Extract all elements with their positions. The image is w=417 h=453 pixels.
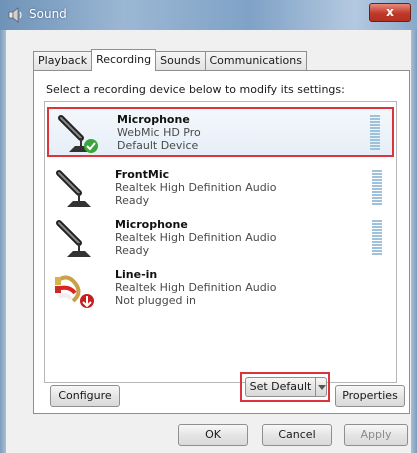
level-meter xyxy=(370,115,380,151)
device-driver: WebMic HD Pro xyxy=(117,126,201,139)
speaker-icon xyxy=(8,7,22,23)
set-default-button[interactable]: Set Default xyxy=(245,377,315,397)
device-item-webmic[interactable]: Microphone WebMic HD Pro Default Device xyxy=(47,107,394,157)
sound-dialog: Sound x Playback Recording Sounds Commun… xyxy=(0,0,417,453)
cancel-button[interactable]: Cancel xyxy=(262,424,332,446)
device-driver: Realtek High Definition Audio xyxy=(115,281,277,294)
microphone-icon xyxy=(56,170,91,207)
device-status: Ready xyxy=(115,194,150,207)
device-status: Default Device xyxy=(117,139,199,152)
apply-button[interactable]: Apply xyxy=(344,424,408,446)
device-name: Line-in xyxy=(115,268,158,281)
configure-button[interactable]: Configure xyxy=(50,385,120,407)
window-frame-left xyxy=(0,30,6,453)
chevron-down-icon xyxy=(318,385,326,390)
window-title: Sound xyxy=(29,7,67,21)
instruction-text: Select a recording device below to modif… xyxy=(46,83,345,96)
properties-button[interactable]: Properties xyxy=(335,385,405,407)
tab-recording[interactable]: Recording xyxy=(91,49,157,71)
device-item-line-in[interactable]: Line-in Realtek High Definition Audio No… xyxy=(47,264,394,314)
green-check-icon xyxy=(84,139,98,153)
device-driver: Realtek High Definition Audio xyxy=(115,231,277,244)
tab-sounds[interactable]: Sounds xyxy=(155,51,206,71)
title-bar[interactable]: Sound x xyxy=(0,0,417,30)
close-button[interactable]: x xyxy=(369,3,411,22)
window-frame-right xyxy=(411,30,417,453)
device-list: Microphone WebMic HD Pro Default Device xyxy=(44,101,397,383)
microphone-icon xyxy=(56,220,91,257)
set-default-dropdown[interactable] xyxy=(315,377,327,397)
device-status: Ready xyxy=(115,244,150,257)
device-name: Microphone xyxy=(117,113,190,126)
device-status: Not plugged in xyxy=(115,294,197,307)
tab-communications[interactable]: Communications xyxy=(204,51,307,71)
set-default-highlight: Set Default xyxy=(240,372,330,402)
level-meter xyxy=(372,220,382,256)
device-driver: Realtek High Definition Audio xyxy=(115,181,277,194)
tab-playback[interactable]: Playback xyxy=(33,51,93,71)
line-in-cable-icon xyxy=(55,275,94,308)
tab-strip: Playback Recording Sounds Communications xyxy=(33,49,307,71)
recording-panel: Select a recording device below to modif… xyxy=(33,70,410,414)
device-item-microphone-realtek[interactable]: Microphone Realtek High Definition Audio… xyxy=(47,214,394,264)
microphone-icon xyxy=(58,115,98,153)
ok-button[interactable]: OK xyxy=(178,424,248,446)
device-item-frontmic[interactable]: FrontMic Realtek High Definition Audio R… xyxy=(47,164,394,214)
level-meter xyxy=(372,170,382,206)
device-name: Microphone xyxy=(115,218,188,231)
device-name: FrontMic xyxy=(115,168,170,181)
